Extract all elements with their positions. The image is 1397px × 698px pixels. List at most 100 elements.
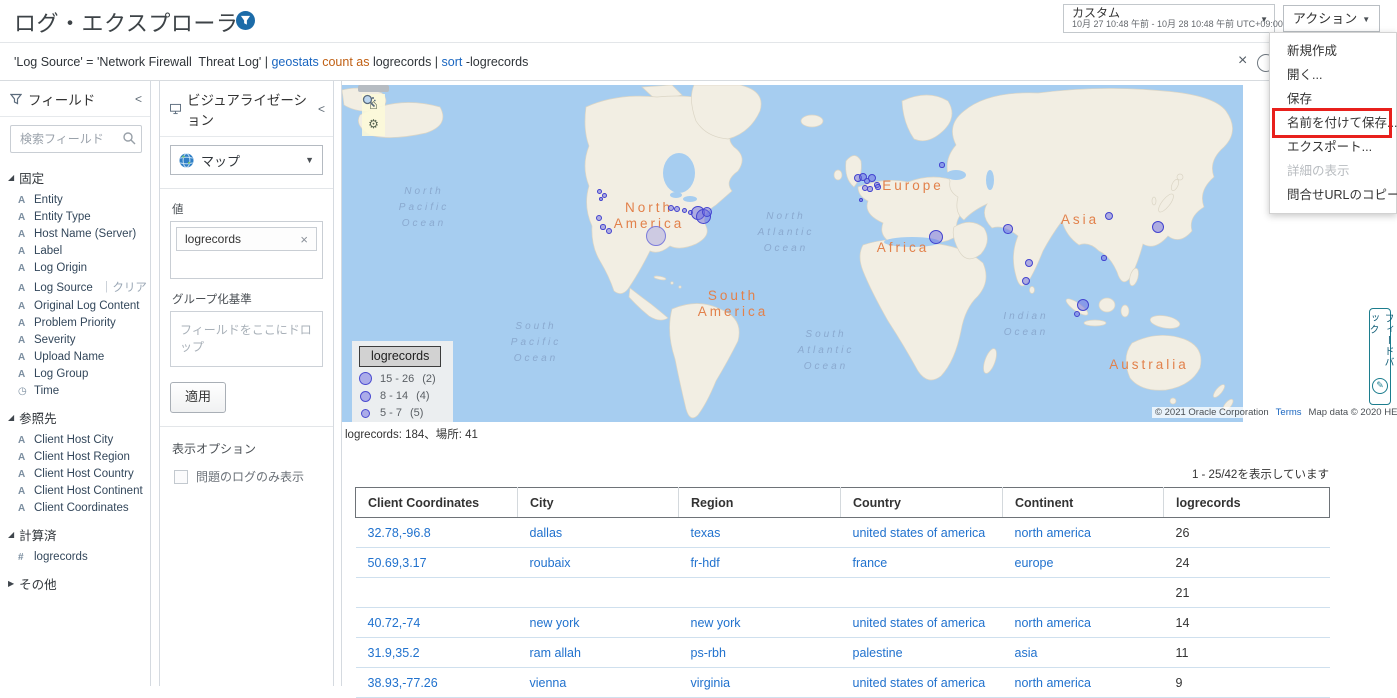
field-item-host-name[interactable]: AHost Name (Server) (0, 225, 150, 242)
cell-coords[interactable]: 31.9,35.2 (356, 638, 518, 668)
cell-region[interactable]: virginia (679, 668, 841, 698)
map-bubble[interactable] (674, 206, 680, 212)
cell-continent[interactable] (1003, 578, 1164, 608)
cell-region[interactable]: new york (679, 608, 841, 638)
cell-region[interactable]: texas (679, 518, 841, 548)
cell-continent[interactable]: north america (1003, 608, 1164, 638)
menu-item-show-details[interactable]: 詳細の表示 (1270, 159, 1396, 183)
map-bubble[interactable] (1025, 259, 1034, 268)
col-region[interactable]: Region (679, 488, 841, 518)
field-item-client-host-city[interactable]: AClient Host City (0, 431, 150, 448)
field-group-referenced[interactable]: ◢参照先 (0, 399, 150, 431)
cell-country[interactable]: united states of america (841, 518, 1003, 548)
field-item-client-host-continent[interactable]: AClient Host Continent (0, 482, 150, 499)
field-search-input[interactable] (18, 131, 127, 147)
cell-country[interactable] (841, 578, 1003, 608)
cell-city[interactable]: roubaix (518, 548, 679, 578)
map-bubble[interactable] (1152, 221, 1164, 233)
cell-city[interactable]: vienna (518, 668, 679, 698)
field-item-severity[interactable]: ASeverity (0, 331, 150, 348)
map-bubble[interactable] (702, 207, 712, 217)
col-continent[interactable]: Continent (1003, 488, 1164, 518)
terms-link[interactable]: Terms (1276, 407, 1302, 418)
menu-item-new[interactable]: 新規作成 (1270, 39, 1396, 63)
cell-city[interactable]: ram allah (518, 638, 679, 668)
cell-country[interactable]: france (841, 548, 1003, 578)
collapse-panel-icon[interactable]: < (135, 92, 142, 106)
menu-item-save[interactable]: 保存 (1270, 87, 1396, 111)
field-item-problem-priority[interactable]: AProblem Priority (0, 314, 150, 331)
map-bubble[interactable] (597, 189, 602, 194)
menu-item-copy-query-url[interactable]: 問合せURLのコピー (1270, 183, 1396, 207)
cell-coords[interactable]: 50.69,3.17 (356, 548, 518, 578)
field-item-log-source[interactable]: ALog Source｜クリア (0, 276, 150, 297)
map-bubble[interactable] (875, 184, 880, 189)
map-bubble[interactable] (599, 197, 603, 201)
cell-city[interactable]: new york (518, 608, 679, 638)
cell-country[interactable]: united states of america (841, 668, 1003, 698)
group-by-drop-area[interactable]: フィールドをここにドロップ (170, 311, 323, 367)
cell-region[interactable]: fr-hdf (679, 548, 841, 578)
cell-region[interactable] (679, 578, 841, 608)
field-item-log-origin[interactable]: ALog Origin (0, 259, 150, 276)
cell-country[interactable]: palestine (841, 638, 1003, 668)
map-bubble[interactable] (1105, 212, 1114, 221)
field-group-other[interactable]: ▶その他 (0, 565, 150, 597)
clear-filter-link[interactable]: ｜クリア (101, 279, 147, 295)
value-drop-area[interactable]: logrecords × (170, 221, 323, 279)
field-item-upload-name[interactable]: AUpload Name (0, 348, 150, 365)
field-item-client-host-region[interactable]: AClient Host Region (0, 448, 150, 465)
apply-button[interactable]: 適用 (170, 382, 226, 413)
map-bubble[interactable] (1077, 299, 1089, 311)
cell-city[interactable] (518, 578, 679, 608)
menu-item-save-as[interactable]: 名前を付けて保存... (1270, 111, 1396, 135)
problem-logs-checkbox[interactable] (174, 470, 188, 484)
map-bubble[interactable] (606, 228, 613, 235)
field-item-client-host-country[interactable]: AClient Host Country (0, 465, 150, 482)
field-item-logrecords[interactable]: #logrecords (0, 548, 150, 565)
field-item-entity[interactable]: AEntity (0, 191, 150, 208)
query-bar[interactable]: 'Log Source' = 'Network Firewall Threat … (0, 42, 1397, 81)
map-bubble[interactable] (868, 174, 876, 182)
cell-coords[interactable] (356, 578, 518, 608)
map-bubble[interactable] (1074, 311, 1080, 317)
cell-coords[interactable]: 38.93,-77.26 (356, 668, 518, 698)
menu-item-export[interactable]: エクスポート... (1270, 135, 1396, 159)
field-item-client-coordinates[interactable]: AClient Coordinates (0, 499, 150, 516)
problem-logs-checkbox-row[interactable]: 問題のログのみ表示 (174, 468, 333, 485)
map-bubble[interactable] (646, 226, 666, 246)
zoom-to-data-icon[interactable] (362, 94, 376, 108)
menu-item-open[interactable]: 開く... (1270, 63, 1396, 87)
legend-title[interactable]: logrecords (359, 346, 441, 367)
gear-icon[interactable]: ⚙ (368, 117, 379, 131)
viz-type-select[interactable]: マップ ▼ (170, 145, 323, 175)
feedback-tab[interactable]: フィードバック ✎ (1369, 308, 1391, 405)
cell-continent[interactable]: north america (1003, 668, 1164, 698)
field-item-time[interactable]: ◷Time (0, 382, 150, 399)
col-country[interactable]: Country (841, 488, 1003, 518)
cell-continent[interactable]: north america (1003, 518, 1164, 548)
map-bubble[interactable] (939, 162, 944, 167)
actions-button[interactable]: アクション▼ (1283, 5, 1380, 32)
col-logrecords[interactable]: logrecords (1164, 488, 1330, 518)
collapse-panel-icon[interactable]: < (318, 102, 325, 116)
map-bubble[interactable] (1022, 277, 1031, 286)
map-bubble[interactable] (1003, 224, 1012, 233)
cell-coords[interactable]: 40.72,-74 (356, 608, 518, 638)
field-group-fixed[interactable]: ◢固定 (0, 159, 150, 191)
value-chip-logrecords[interactable]: logrecords × (176, 227, 317, 251)
filter-badge-icon[interactable] (236, 11, 255, 30)
cell-city[interactable]: dallas (518, 518, 679, 548)
map-bubble[interactable] (867, 186, 872, 191)
map-bubble[interactable] (929, 230, 944, 245)
remove-chip-icon[interactable]: × (300, 232, 308, 247)
cell-continent[interactable]: asia (1003, 638, 1164, 668)
cell-country[interactable]: united states of america (841, 608, 1003, 638)
time-range-picker[interactable]: カスタム 10月 27 10:48 午前 - 10月 28 10:48 午前 U… (1063, 4, 1275, 33)
col-client-coordinates[interactable]: Client Coordinates (356, 488, 518, 518)
field-item-original-log-content[interactable]: AOriginal Log Content (0, 297, 150, 314)
map-bubble[interactable] (600, 224, 605, 229)
col-city[interactable]: City (518, 488, 679, 518)
map-slider-handle[interactable] (358, 85, 389, 92)
map-bubble[interactable] (1101, 255, 1106, 260)
